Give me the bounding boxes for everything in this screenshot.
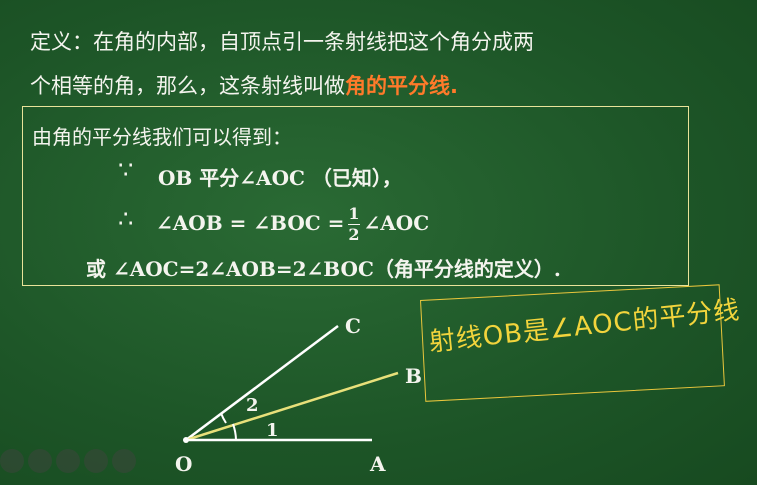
arc-angle-1 <box>232 423 237 441</box>
ray-OB-bisector <box>185 371 399 442</box>
player-controls <box>0 449 136 473</box>
label-O: O <box>175 452 193 476</box>
label-B: B <box>405 364 422 388</box>
angle-label-1: 1 <box>266 420 279 441</box>
arc-angle-2 <box>220 412 227 424</box>
control-dot[interactable] <box>28 449 52 473</box>
control-dot[interactable] <box>112 449 136 473</box>
control-dot[interactable] <box>56 449 80 473</box>
control-dot[interactable] <box>0 449 24 473</box>
label-C: C <box>345 314 361 338</box>
label-A: A <box>370 452 386 476</box>
angle-label-2: 2 <box>246 395 259 416</box>
angle-diagram <box>183 325 399 443</box>
control-dot[interactable] <box>84 449 108 473</box>
ray-OC <box>185 325 339 441</box>
vertex-point <box>183 437 189 443</box>
